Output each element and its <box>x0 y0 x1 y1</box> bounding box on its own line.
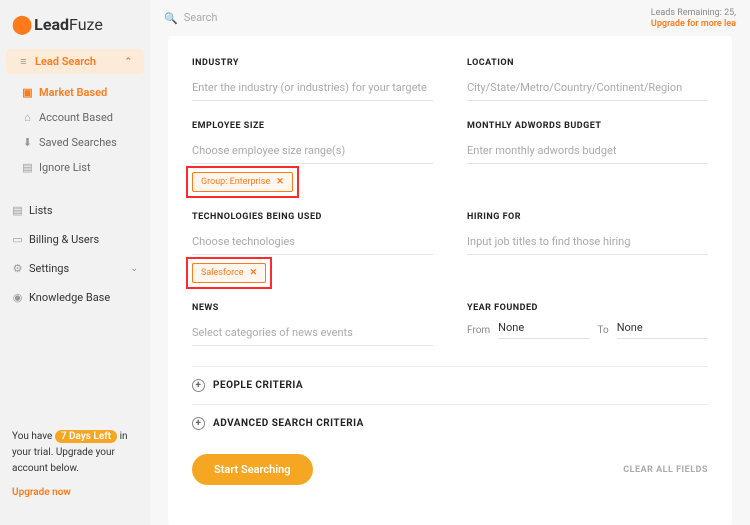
sidebar-item-label: Billing & Users <box>29 233 99 246</box>
nav-lead-search-label: Lead Search <box>35 55 96 68</box>
topbar: 🔍 Leads Remaining: 25, Upgrade for more … <box>150 0 750 36</box>
to-label: To <box>598 325 609 336</box>
sidebar-item-label: Saved Searches <box>39 136 117 149</box>
sidebar-item-settings[interactable]: ⚙ Settings ⌄ <box>0 254 150 283</box>
chevron-up-icon: ⌃ <box>124 57 132 67</box>
adwords-input[interactable] <box>467 140 708 164</box>
upgrade-more-leads-link[interactable]: Upgrade for more lea <box>651 19 736 29</box>
plus-icon: + <box>192 417 205 430</box>
sidebar-item-ignore-list[interactable]: ▤ Ignore List <box>22 155 150 180</box>
sidebar-item-market-based[interactable]: ▣ Market Based <box>22 80 150 105</box>
main: 🔍 Leads Remaining: 25, Upgrade for more … <box>150 0 750 525</box>
location-label: LOCATION <box>467 58 708 68</box>
location-input[interactable] <box>467 77 708 101</box>
sliders-icon: ≡ <box>18 55 29 68</box>
employee-tag[interactable]: Group: Enterprise ✕ <box>192 172 293 192</box>
sidebar-item-label: Market Based <box>39 86 107 99</box>
industry-input[interactable] <box>192 77 433 101</box>
sidebar-item-label: Lists <box>29 204 53 217</box>
tech-input[interactable] <box>192 231 433 255</box>
sidebar: ⬤ LeadFuze ≡ Lead Search ⌃ ▣ Market Base… <box>0 0 150 525</box>
industry-label: INDUSTRY <box>192 58 433 68</box>
from-label: From <box>467 325 490 336</box>
search-icon: 🔍 <box>164 12 178 25</box>
sidebar-item-label: Settings <box>29 262 69 275</box>
brand-lead: Lead <box>34 15 69 34</box>
hiring-label: HIRING FOR <box>467 212 708 222</box>
employee-input[interactable] <box>192 140 433 164</box>
trial-text-prefix: You have <box>12 431 55 442</box>
sidebar-item-kb[interactable]: ◉ Knowledge Base <box>0 283 150 312</box>
advanced-criteria-toggle[interactable]: + ADVANCED SEARCH CRITERIA <box>192 404 708 442</box>
search-form-card: INDUSTRY LOCATION EMPLOYEE SIZE Group: <box>168 36 732 525</box>
employee-label: EMPLOYEE SIZE <box>192 121 433 131</box>
download-icon: ⬇ <box>22 136 33 149</box>
founded-label: YEAR FOUNDED <box>467 303 708 313</box>
adwords-label: MONTHLY ADWORDS BUDGET <box>467 121 708 131</box>
close-icon[interactable]: ✕ <box>276 177 284 187</box>
sidebar-item-label: Ignore List <box>39 161 91 174</box>
tech-tag[interactable]: Salesforce ✕ <box>192 263 266 283</box>
employee-tag-label: Group: Enterprise <box>201 177 270 187</box>
global-search-input[interactable] <box>184 7 384 30</box>
trial-box: You have 7 Days Left in your trial. Upgr… <box>0 429 150 515</box>
trial-badge: 7 Days Left <box>55 430 117 443</box>
tech-label: TECHNOLOGIES BEING USED <box>192 212 433 222</box>
people-criteria-label: PEOPLE CRITERIA <box>213 380 303 391</box>
sidebar-item-saved-searches[interactable]: ⬇ Saved Searches <box>22 130 150 155</box>
news-input[interactable] <box>192 322 433 346</box>
sidebar-item-billing[interactable]: ▭ Billing & Users <box>0 225 150 254</box>
advanced-criteria-label: ADVANCED SEARCH CRITERIA <box>213 418 364 429</box>
clear-all-fields-link[interactable]: CLEAR ALL FIELDS <box>623 465 708 475</box>
briefcase-icon: ▣ <box>22 86 33 99</box>
chevron-down-icon: ⌄ <box>130 264 138 274</box>
nav-lead-search-group: ≡ Lead Search ⌃ ▣ Market Based ⌂ Account… <box>0 49 150 180</box>
sidebar-item-account-based[interactable]: ⌂ Account Based <box>22 105 150 130</box>
sidebar-item-label: Knowledge Base <box>29 291 110 304</box>
close-icon[interactable]: ✕ <box>250 268 258 278</box>
news-label: NEWS <box>192 303 433 313</box>
document-icon: ▤ <box>22 161 33 174</box>
plus-icon: + <box>192 379 205 392</box>
leads-remaining-text: Leads Remaining: 25, <box>651 8 736 18</box>
account-icon: ⌂ <box>22 111 33 124</box>
gear-icon: ⚙ <box>12 262 23 275</box>
card-icon: ▭ <box>12 233 23 246</box>
clipboard-icon: ▤ <box>12 204 23 217</box>
founded-to-select[interactable]: None <box>617 321 708 339</box>
brand-logo: ⬤ LeadFuze <box>0 10 150 49</box>
brand-fuze: Fuze <box>69 15 103 34</box>
trial-upgrade-link[interactable]: Upgrade now <box>12 485 138 501</box>
help-icon: ◉ <box>12 291 23 304</box>
founded-from-select[interactable]: None <box>498 321 589 339</box>
flame-icon: ⬤ <box>12 14 32 35</box>
sidebar-item-lists[interactable]: ▤ Lists <box>0 196 150 225</box>
hiring-input[interactable] <box>467 231 708 255</box>
nav-lead-search[interactable]: ≡ Lead Search ⌃ <box>6 49 144 74</box>
tech-tag-label: Salesforce <box>201 268 244 278</box>
people-criteria-toggle[interactable]: + PEOPLE CRITERIA <box>192 366 708 404</box>
start-searching-button[interactable]: Start Searching <box>192 454 313 485</box>
sidebar-item-label: Account Based <box>39 111 113 124</box>
